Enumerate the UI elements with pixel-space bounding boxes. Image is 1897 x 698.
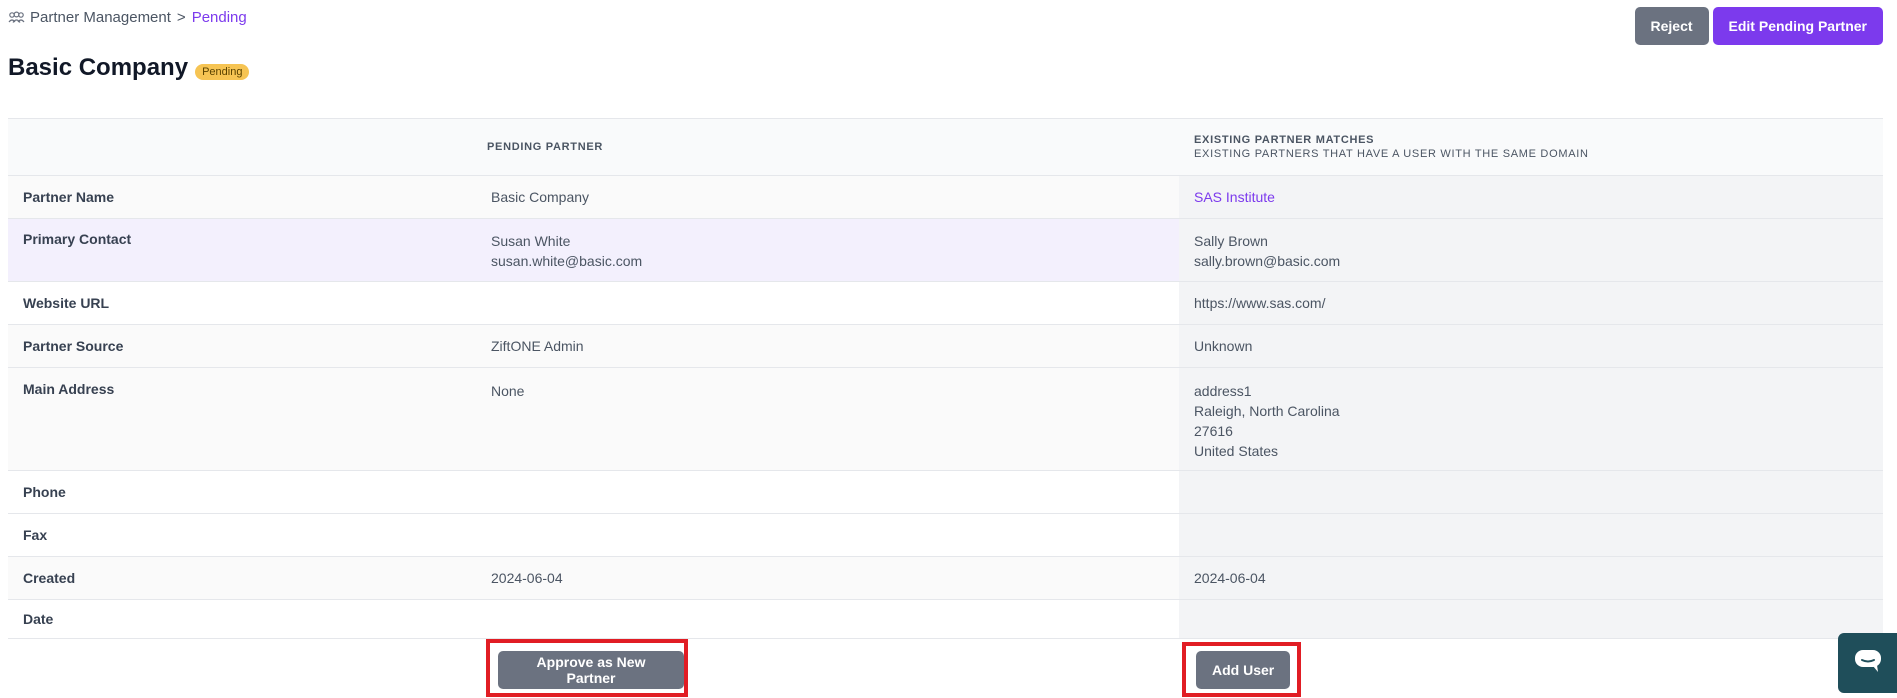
pending-value: ZiftONE Admin — [491, 338, 584, 354]
address-line: address1 — [1194, 383, 1252, 399]
row-label: Partner Source — [23, 338, 124, 354]
breadcrumb-separator: > — [176, 9, 186, 26]
add-user-button[interactable]: Add User — [1196, 651, 1291, 689]
row-label: Phone — [23, 484, 66, 500]
table-row: Partner Source ZiftONE Admin Unknown — [8, 325, 1883, 368]
page: Partner Management > Pending Reject Edit… — [0, 0, 1897, 698]
table-row: Fax — [8, 514, 1883, 557]
table-row: Date — [8, 600, 1883, 639]
table-row: Primary Contact Susan White susan.white@… — [8, 219, 1883, 282]
pending-value: Susan White susan.white@basic.com — [476, 219, 1179, 281]
chat-button[interactable] — [1838, 633, 1897, 693]
chat-icon — [1853, 648, 1883, 679]
header-pending-partner: PENDING PARTNER — [476, 119, 1179, 175]
breadcrumb-parent-link[interactable]: Partner Management — [30, 9, 171, 26]
header-existing-sublabel: EXISTING PARTNERS THAT HAVE A USER WITH … — [1194, 148, 1589, 160]
existing-partner-link[interactable]: SAS Institute — [1194, 187, 1275, 207]
row-label: Fax — [23, 527, 48, 543]
row-label: Partner Name — [23, 189, 115, 205]
approve-as-new-partner-button[interactable]: Approve as New Partner — [498, 651, 684, 689]
title-row: Basic Company Pending — [8, 54, 250, 82]
breadcrumb: Partner Management > Pending — [8, 9, 247, 26]
address-line: 27616 — [1194, 423, 1233, 439]
pending-value: None — [491, 383, 525, 399]
table-header-row: PENDING PARTNER EXISTING PARTNER MATCHES… — [8, 119, 1883, 176]
page-title: Basic Company — [8, 54, 189, 81]
table-row: Main Address None address1 Raleigh, Nort… — [8, 368, 1883, 471]
pending-value — [476, 282, 1179, 324]
table-row: Phone — [8, 471, 1883, 514]
row-label: Primary Contact — [23, 231, 132, 247]
row-label: Date — [23, 611, 54, 627]
pending-value — [476, 514, 1179, 556]
existing-value: SAS Institute — [1179, 176, 1883, 218]
table-row: Created 2024-06-04 2024-06-04 — [8, 557, 1883, 600]
pending-contact-email: susan.white@basic.com — [491, 253, 643, 269]
existing-contact-name: Sally Brown — [1194, 233, 1268, 249]
pending-value — [476, 600, 1179, 638]
existing-value — [1179, 600, 1883, 638]
existing-value: Unknown — [1179, 325, 1883, 367]
approve-highlight: Approve as New Partner — [486, 639, 688, 697]
header-pending-label: PENDING PARTNER — [487, 141, 604, 153]
footer-actions: Approve as New Partner Add User — [0, 639, 1897, 698]
breadcrumb-current[interactable]: Pending — [192, 9, 247, 26]
existing-value: 2024-06-04 — [1179, 557, 1883, 599]
existing-value: address1 Raleigh, North Carolina 27616 U… — [1179, 368, 1883, 470]
row-label: Created — [23, 570, 76, 586]
edit-pending-partner-button[interactable]: Edit Pending Partner — [1712, 7, 1883, 45]
row-label: Website URL — [23, 295, 110, 311]
existing-value: Sally Brown sally.brown@basic.com — [1179, 219, 1883, 281]
comparison-table: PENDING PARTNER EXISTING PARTNER MATCHES… — [8, 118, 1883, 639]
users-icon — [8, 10, 25, 25]
pending-value: 2024-06-04 — [491, 570, 563, 586]
status-badge: Pending — [195, 64, 250, 80]
existing-contact-email: sally.brown@basic.com — [1194, 253, 1341, 269]
pending-value — [476, 471, 1179, 513]
table-row: Website URL https://www.sas.com/ — [8, 282, 1883, 325]
reject-button[interactable]: Reject — [1634, 7, 1709, 45]
row-label: Main Address — [23, 381, 115, 397]
existing-value — [1179, 471, 1883, 513]
address-line: Raleigh, North Carolina — [1194, 403, 1340, 419]
header-empty — [8, 119, 476, 175]
existing-value — [1179, 514, 1883, 556]
address-line: United States — [1194, 443, 1279, 459]
header-existing-matches: EXISTING PARTNER MATCHES EXISTING PARTNE… — [1179, 119, 1883, 175]
table-row: Partner Name Basic Company SAS Institute — [8, 176, 1883, 219]
top-actions: Reject Edit Pending Partner — [1634, 7, 1883, 45]
add-user-highlight: Add User — [1182, 642, 1301, 697]
pending-contact-name: Susan White — [491, 233, 571, 249]
header-existing-label: EXISTING PARTNER MATCHES — [1194, 134, 1375, 146]
pending-value: Basic Company — [491, 189, 590, 205]
existing-value: https://www.sas.com/ — [1179, 282, 1883, 324]
